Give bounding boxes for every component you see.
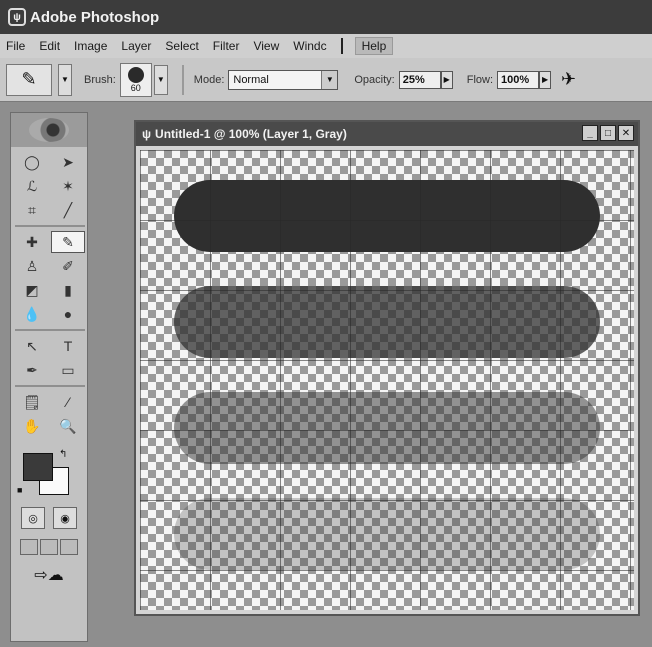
brush-tool-icon: ✎	[21, 69, 37, 89]
mode-select[interactable]: Normal ▼	[228, 69, 339, 90]
stamp-icon[interactable]: ♙	[15, 255, 49, 277]
menu-select[interactable]: Select	[165, 39, 198, 53]
brush-tip-icon	[127, 66, 144, 83]
brush-stroke-3	[174, 392, 600, 464]
full-screen-menu-icon[interactable]	[40, 539, 58, 555]
menu-file[interactable]: File	[6, 39, 25, 53]
flow-label: Flow:	[466, 73, 494, 86]
blur-icon[interactable]: 💧	[15, 303, 49, 325]
opacity-slider-arrow-icon[interactable]: ▶	[440, 70, 453, 89]
tool-preset-dropdown-icon[interactable]: ▼	[58, 63, 72, 96]
slice-icon[interactable]: ╱	[51, 199, 85, 221]
brush-size-value: 60	[130, 82, 141, 93]
mode-value: Normal	[233, 73, 269, 86]
airbrush-icon[interactable]: ✈	[561, 69, 576, 90]
eraser-icon[interactable]: ◩	[15, 279, 49, 301]
foreground-color-swatch[interactable]	[23, 453, 53, 481]
healing-icon[interactable]: ✚	[15, 231, 49, 253]
brush-stroke-2	[174, 286, 600, 358]
standard-mode-icon[interactable]: ◎	[21, 507, 45, 529]
tool-divider	[15, 225, 85, 227]
window-controls: _ □ ✕	[582, 125, 634, 141]
screen-mode-row	[11, 535, 87, 559]
opacity-field[interactable]: 25%	[398, 70, 441, 89]
lasso-icon[interactable]: ℒ	[15, 175, 49, 197]
minimize-icon[interactable]: _	[582, 125, 598, 141]
toolbox-header[interactable]	[11, 113, 87, 147]
tool-divider	[15, 385, 85, 387]
brush-icon[interactable]: ✎	[51, 231, 85, 253]
marquee-icon[interactable]: ◯	[15, 151, 49, 173]
eyedropper-icon[interactable]: ⁄	[51, 391, 85, 413]
menu-help[interactable]: Help	[354, 37, 394, 55]
brush-dropdown-icon[interactable]: ▼	[153, 64, 168, 95]
options-separator	[181, 64, 184, 95]
menu-window[interactable]: Windc	[293, 39, 326, 53]
opacity-label: Opacity:	[354, 73, 395, 86]
opacity-value: 25%	[402, 73, 425, 86]
document-title: Untitled-1 @ 100% (Layer 1, Gray)	[155, 127, 347, 141]
pen-icon[interactable]: ✒	[15, 359, 49, 381]
history-brush-icon[interactable]: ✐	[51, 255, 85, 277]
document-window: ψ Untitled-1 @ 100% (Layer 1, Gray) _ □ …	[134, 120, 640, 616]
hand-icon[interactable]: ✋	[15, 415, 49, 437]
menu-filter[interactable]: Filter	[213, 39, 240, 53]
default-colors-icon[interactable]: ■	[17, 485, 22, 495]
menu-edit[interactable]: Edit	[39, 39, 60, 53]
chevron-down-icon: ▼	[321, 70, 338, 89]
options-bar: ✎ ▼ Brush: 60 ▼ Mode: Normal ▼ Opacity: …	[0, 58, 652, 102]
adobe-online-icon[interactable]	[29, 118, 69, 142]
brush-preset-picker[interactable]: 60	[119, 62, 152, 97]
zoom-icon[interactable]: 🔍	[51, 415, 85, 437]
toolbox: ◯ ➤ ℒ ✶ ⌗ ╱ ✚ ✎ ♙ ✐ ◩ ▮ 💧 ● ↖ T ✒ ▭ 🗒 ⁄ …	[10, 112, 88, 642]
crop-icon[interactable]: ⌗	[15, 199, 49, 221]
brush-stroke-1	[174, 180, 600, 252]
jump-to-imageready-icon[interactable]: ⇨☁	[11, 559, 87, 591]
menu-image[interactable]: Image	[74, 39, 107, 53]
gradient-icon[interactable]: ▮	[51, 279, 85, 301]
flow-slider-arrow-icon[interactable]: ▶	[539, 70, 552, 89]
maximize-icon[interactable]: □	[600, 125, 616, 141]
close-icon[interactable]: ✕	[618, 125, 634, 141]
menu-view[interactable]: View	[253, 39, 279, 53]
move-icon[interactable]: ➤	[51, 151, 85, 173]
menu-bar: File Edit Image Layer Select Filter View…	[0, 34, 652, 58]
notes-icon[interactable]: 🗒	[15, 391, 49, 413]
document-icon: ψ	[142, 127, 152, 141]
document-title-bar[interactable]: ψ Untitled-1 @ 100% (Layer 1, Gray) _ □ …	[136, 122, 638, 146]
mask-mode-row: ◎ ◉	[11, 501, 87, 535]
flow-field[interactable]: 100%	[497, 70, 540, 89]
tool-divider	[15, 329, 85, 331]
quick-mask-mode-icon[interactable]: ◉	[53, 507, 77, 529]
full-screen-icon[interactable]	[60, 539, 78, 555]
color-swatches: ↰ ■	[11, 447, 87, 501]
swap-colors-icon[interactable]: ↰	[59, 449, 67, 460]
app-title: Adobe Photoshop	[30, 8, 160, 26]
magic-wand-icon[interactable]: ✶	[51, 175, 85, 197]
menu-layer[interactable]: Layer	[121, 39, 151, 53]
dodge-icon[interactable]: ●	[51, 303, 85, 325]
shape-icon[interactable]: ▭	[51, 359, 85, 381]
path-select-icon[interactable]: ↖	[15, 335, 49, 357]
mode-label: Mode:	[193, 73, 225, 86]
type-icon[interactable]: T	[51, 335, 85, 357]
app-title-bar: ψ Adobe Photoshop	[0, 0, 652, 34]
standard-screen-icon[interactable]	[20, 539, 38, 555]
brush-label: Brush:	[84, 73, 116, 86]
tool-grid: ◯ ➤ ℒ ✶ ⌗ ╱ ✚ ✎ ♙ ✐ ◩ ▮ 💧 ● ↖ T ✒ ▭ 🗒 ⁄ …	[11, 147, 87, 441]
canvas[interactable]	[140, 150, 634, 610]
photoshop-logo-icon: ψ	[8, 8, 26, 26]
brush-stroke-4	[174, 498, 600, 570]
text-cursor	[340, 38, 343, 54]
flow-value: 100%	[501, 73, 530, 86]
tool-preset-picker[interactable]: ✎	[6, 63, 52, 96]
